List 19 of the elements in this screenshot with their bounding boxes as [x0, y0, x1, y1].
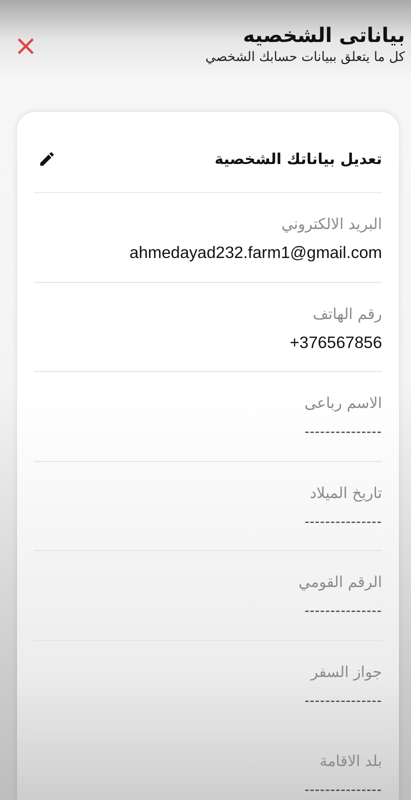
field-value: ---------------: [304, 780, 382, 798]
field-value: ahmedayad232.farm1@gmail.com: [128, 243, 382, 264]
field-label: رقم الهاتف: [312, 304, 382, 322]
field-value: +376567856: [288, 332, 382, 354]
field-label: الرقم القومي: [297, 573, 382, 591]
field-value: ---------------: [304, 690, 382, 709]
edit-icon[interactable]: [38, 150, 56, 168]
field-value: ---------------: [304, 601, 382, 620]
field-label: جواز السفر: [309, 662, 382, 680]
card-title: تعديل بياناتك الشخصية: [214, 148, 382, 170]
field-value: ---------------: [304, 512, 382, 530]
field-label: الاسم رباعى: [304, 394, 382, 412]
close-button[interactable]: ×: [14, 32, 38, 60]
field-label: تاريخ الميلاد: [308, 484, 382, 502]
page-subtitle: كل ما يتعلق ببيانات حسابك الشخصي: [205, 49, 405, 67]
field-label: بلد الاقامة: [318, 752, 382, 770]
page-title: بياناتى الشخصيه: [242, 22, 405, 48]
field-label: البريد الالكتروني: [280, 215, 382, 233]
field-value: ---------------: [304, 422, 382, 440]
